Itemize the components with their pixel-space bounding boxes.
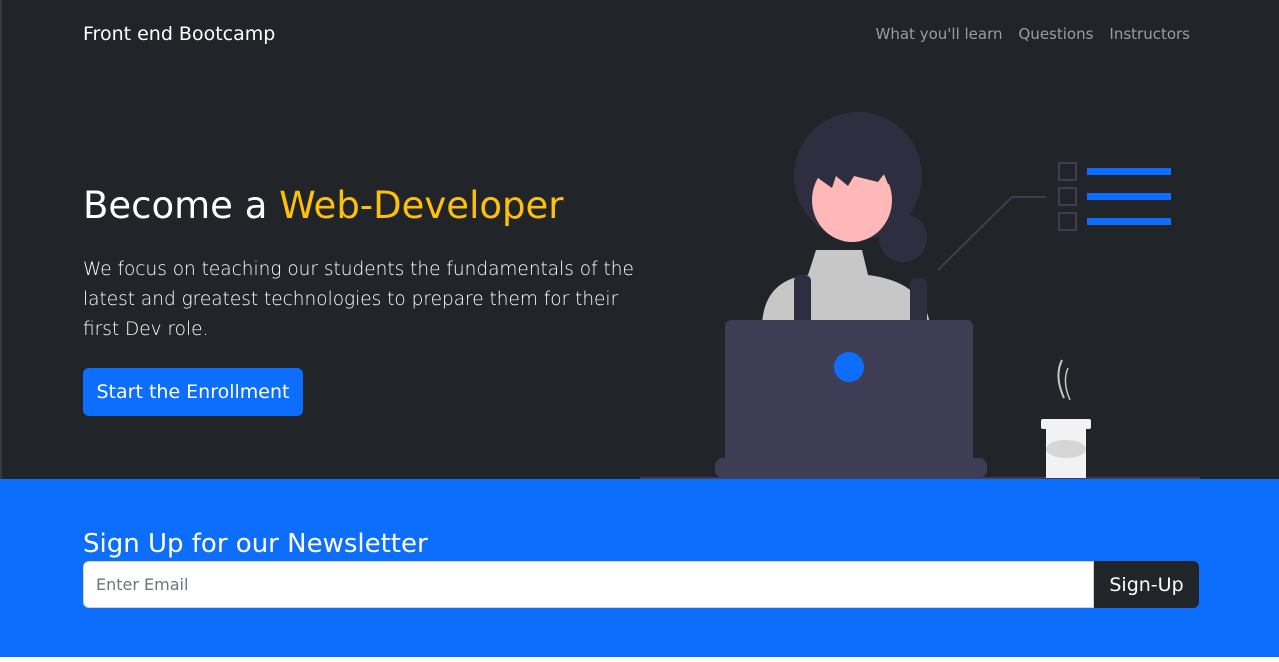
newsletter-section: Sign Up for our Newsletter Sign-Up — [0, 479, 1279, 657]
hero-left-border — [0, 0, 2, 479]
laptop-icon — [715, 320, 987, 478]
email-input[interactable] — [83, 561, 1094, 608]
coffee-cup-icon — [1041, 359, 1091, 478]
checklist-icon — [1058, 162, 1171, 231]
hero-illustration — [640, 112, 1200, 479]
navbar-brand[interactable]: Front end Bootcamp — [83, 21, 275, 47]
newsletter-title: Sign Up for our Newsletter — [83, 529, 428, 559]
hero-description: We focus on teaching our students the fu… — [83, 259, 634, 340]
pointer-line — [937, 196, 1046, 271]
nav-link-what-youll-learn[interactable]: What you'll learn — [876, 23, 1003, 45]
hero-title-prefix: Become a — [83, 184, 280, 227]
nav-link-instructors[interactable]: Instructors — [1109, 23, 1190, 45]
hero-section: Front end Bootcamp What you'll learn Que… — [0, 0, 1279, 479]
signup-button[interactable]: Sign-Up — [1094, 561, 1199, 608]
start-enrollment-button[interactable]: Start the Enrollment — [83, 368, 303, 416]
newsletter-form: Sign-Up — [83, 561, 1199, 608]
nav-link-questions[interactable]: Questions — [1019, 23, 1094, 45]
woman-figure — [762, 112, 930, 330]
navbar-links: What you'll learn Questions Instructors — [876, 23, 1190, 45]
hero-title-accent: Web-Developer — [279, 184, 564, 227]
hero-title: Become a Web-Developer — [83, 182, 563, 230]
